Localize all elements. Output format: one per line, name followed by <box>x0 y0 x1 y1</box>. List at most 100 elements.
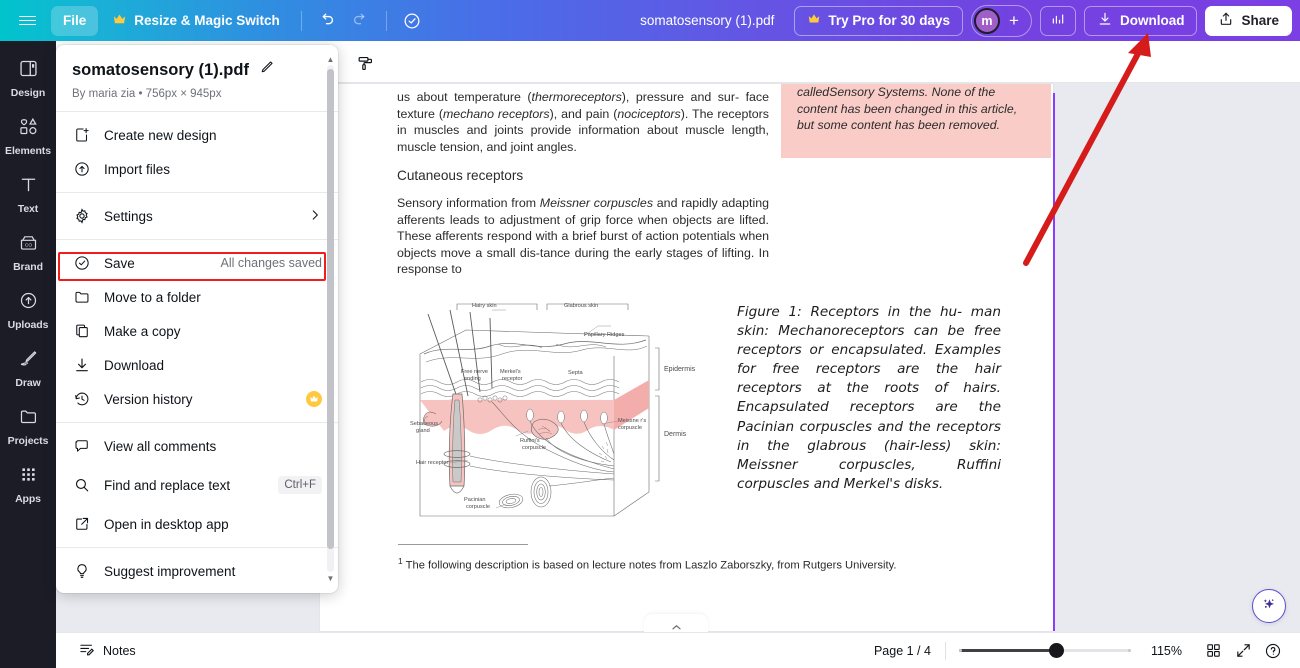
external-link-icon <box>72 515 91 534</box>
collapse-panel-handle[interactable] <box>644 614 708 632</box>
figure-label-ruffini-1: Ruffini's <box>520 438 540 444</box>
sidebar-item-uploads[interactable]: Uploads <box>2 283 54 336</box>
undo-arrow-icon[interactable] <box>311 6 343 36</box>
top-toolbar-left: File Resize & Magic Switch <box>0 5 428 36</box>
sidebar-item-label: Draw <box>15 377 41 389</box>
menu-item-version-history[interactable]: Version history <box>56 382 338 416</box>
resize-magic-switch-button[interactable]: Resize & Magic Switch <box>100 6 292 36</box>
menu-item-download[interactable]: Download <box>56 348 338 382</box>
menu-item-move-to-folder[interactable]: Move to a folder <box>56 280 338 314</box>
file-menu-title-row: somatosensory (1).pdf <box>72 59 322 81</box>
crown-icon <box>112 12 127 30</box>
sidebar-item-label: Brand <box>13 261 43 273</box>
menu-item-label: Find and replace text <box>104 477 231 493</box>
scroll-up-icon[interactable]: ▲ <box>326 53 335 65</box>
hamburger-icon[interactable] <box>13 7 41 35</box>
menu-item-save[interactable]: Save All changes saved <box>56 246 338 280</box>
left-sidebar-rail: Design Elements Text CO Brand Uploads Dr… <box>0 41 56 668</box>
redo-arrow-icon[interactable] <box>345 6 377 36</box>
menu-item-import-files[interactable]: Import files <box>56 152 338 186</box>
sidebar-item-text[interactable]: Text <box>2 167 54 220</box>
zoom-level-label[interactable]: 115% <box>1151 644 1182 658</box>
collaborators-group[interactable]: m + <box>970 4 1032 37</box>
figure-caption[interactable]: Figure 1: Receptors in the hu- man skin:… <box>737 303 1001 494</box>
cloud-check-icon[interactable] <box>396 6 428 36</box>
save-status-text: All changes saved <box>220 256 322 270</box>
figure-label-free-nerve-1: Free nerve <box>461 369 488 375</box>
sidebar-item-elements[interactable]: Elements <box>2 109 54 162</box>
pro-crown-badge-icon <box>306 391 322 407</box>
file-menu-group-create: Create new design Import files <box>56 112 338 192</box>
download-arrow-icon <box>72 356 91 375</box>
figure-label-meissner-2: corpuscle <box>618 425 642 431</box>
grid-view-icon[interactable] <box>1198 636 1228 666</box>
file-menu-subtitle: By maria zia • 756px × 945px <box>72 88 222 100</box>
svg-text:CO: CO <box>24 242 31 248</box>
shapes-icon <box>18 116 39 142</box>
figure-label-sebaceous-1: Sebaceous <box>410 421 438 427</box>
insights-button[interactable] <box>1039 5 1076 36</box>
figure-label-free-nerve-2: ending <box>464 376 481 382</box>
file-menu-title[interactable]: somatosensory (1).pdf <box>72 61 249 80</box>
skin-receptors-figure[interactable]: Hairy skin Glabrous skin Papillary Ridge… <box>406 296 704 531</box>
document-title[interactable]: somatosensory (1).pdf <box>640 13 774 28</box>
sidebar-item-draw[interactable]: Draw <box>2 341 54 394</box>
share-up-icon <box>1218 11 1234 30</box>
document-page[interactable]: us about temperature (thermoreceptors), … <box>320 84 1053 631</box>
footnote-text: The following description is based on le… <box>405 559 897 572</box>
figure-label-dermis: Dermis <box>664 431 687 438</box>
pencil-icon[interactable] <box>258 59 275 81</box>
folder-icon <box>18 406 39 432</box>
share-button[interactable]: Share <box>1205 5 1292 36</box>
figure-label-merkel-1: Merkel's <box>500 369 521 375</box>
menu-item-make-a-copy[interactable]: Make a copy <box>56 314 338 348</box>
document-body-text[interactable]: us about temperature (thermoreceptors), … <box>397 89 769 287</box>
sidebar-item-design[interactable]: Design <box>2 51 54 104</box>
search-icon <box>72 476 91 495</box>
zoom-slider-fill <box>958 649 1057 652</box>
sidebar-item-apps[interactable]: Apps <box>2 457 54 510</box>
top-toolbar: File Resize & Magic Switch somatosensory… <box>0 0 1300 41</box>
question-circle-icon[interactable] <box>1258 636 1288 666</box>
menu-item-suggest-improvement[interactable]: Suggest improvement <box>56 554 338 588</box>
menu-item-find-and-replace-text[interactable]: Find and replace text Ctrl+F <box>56 463 338 507</box>
try-pro-button[interactable]: Try Pro for 30 days <box>794 5 963 36</box>
gear-icon <box>72 207 91 226</box>
footnote[interactable]: 1 The following description is based on … <box>398 554 998 574</box>
menu-item-label: View all comments <box>104 438 217 454</box>
sidebar-item-label: Text <box>17 203 39 215</box>
zoom-slider-tick-min <box>958 649 962 652</box>
crown-icon <box>807 12 821 29</box>
menu-item-label: Save <box>104 255 135 271</box>
toolbar-divider <box>300 10 302 31</box>
notes-button[interactable]: Notes <box>78 641 136 661</box>
magic-assistant-button[interactable] <box>1252 589 1286 623</box>
avatar[interactable]: m <box>973 7 1000 34</box>
file-menu-group-tools: View all comments Find and replace text … <box>56 423 338 547</box>
note-callout-box[interactable]: contains a chapter from a Wikibook calle… <box>781 84 1051 158</box>
menu-item-label: Version history <box>104 391 193 407</box>
sidebar-item-projects[interactable]: Projects <box>2 399 54 452</box>
page-indicator: Page 1 / 4 <box>873 643 931 658</box>
menu-item-label: Suggest improvement <box>104 563 236 579</box>
scrollbar-thumb[interactable] <box>327 69 334 549</box>
file-menu-label: File <box>63 13 87 28</box>
zoom-slider[interactable] <box>958 642 1131 660</box>
zoom-slider-knob[interactable] <box>1048 643 1064 658</box>
import-cloud-icon <box>72 160 91 179</box>
note-callout-text: contains a chapter from a Wikibook calle… <box>797 85 1018 133</box>
download-button[interactable]: Download <box>1083 5 1198 36</box>
paint-roller-icon[interactable] <box>352 50 378 76</box>
menu-item-settings[interactable]: Settings <box>56 199 338 233</box>
file-menu-scrollbar[interactable]: ▲ ▼ <box>326 51 335 586</box>
menu-item-view-all-comments[interactable]: View all comments <box>56 429 338 463</box>
comment-bubble-icon <box>72 437 91 456</box>
menu-item-create-new-design[interactable]: Create new design <box>56 118 338 152</box>
sidebar-item-brand[interactable]: CO Brand <box>2 225 54 278</box>
scroll-down-icon[interactable]: ▼ <box>326 572 335 584</box>
add-member-button[interactable]: + <box>1002 9 1026 33</box>
file-menu-button[interactable]: File <box>51 5 99 36</box>
expand-arrows-icon[interactable] <box>1228 636 1258 666</box>
download-arrow-icon <box>1097 11 1113 30</box>
menu-item-open-in-desktop-app[interactable]: Open in desktop app <box>56 507 338 541</box>
